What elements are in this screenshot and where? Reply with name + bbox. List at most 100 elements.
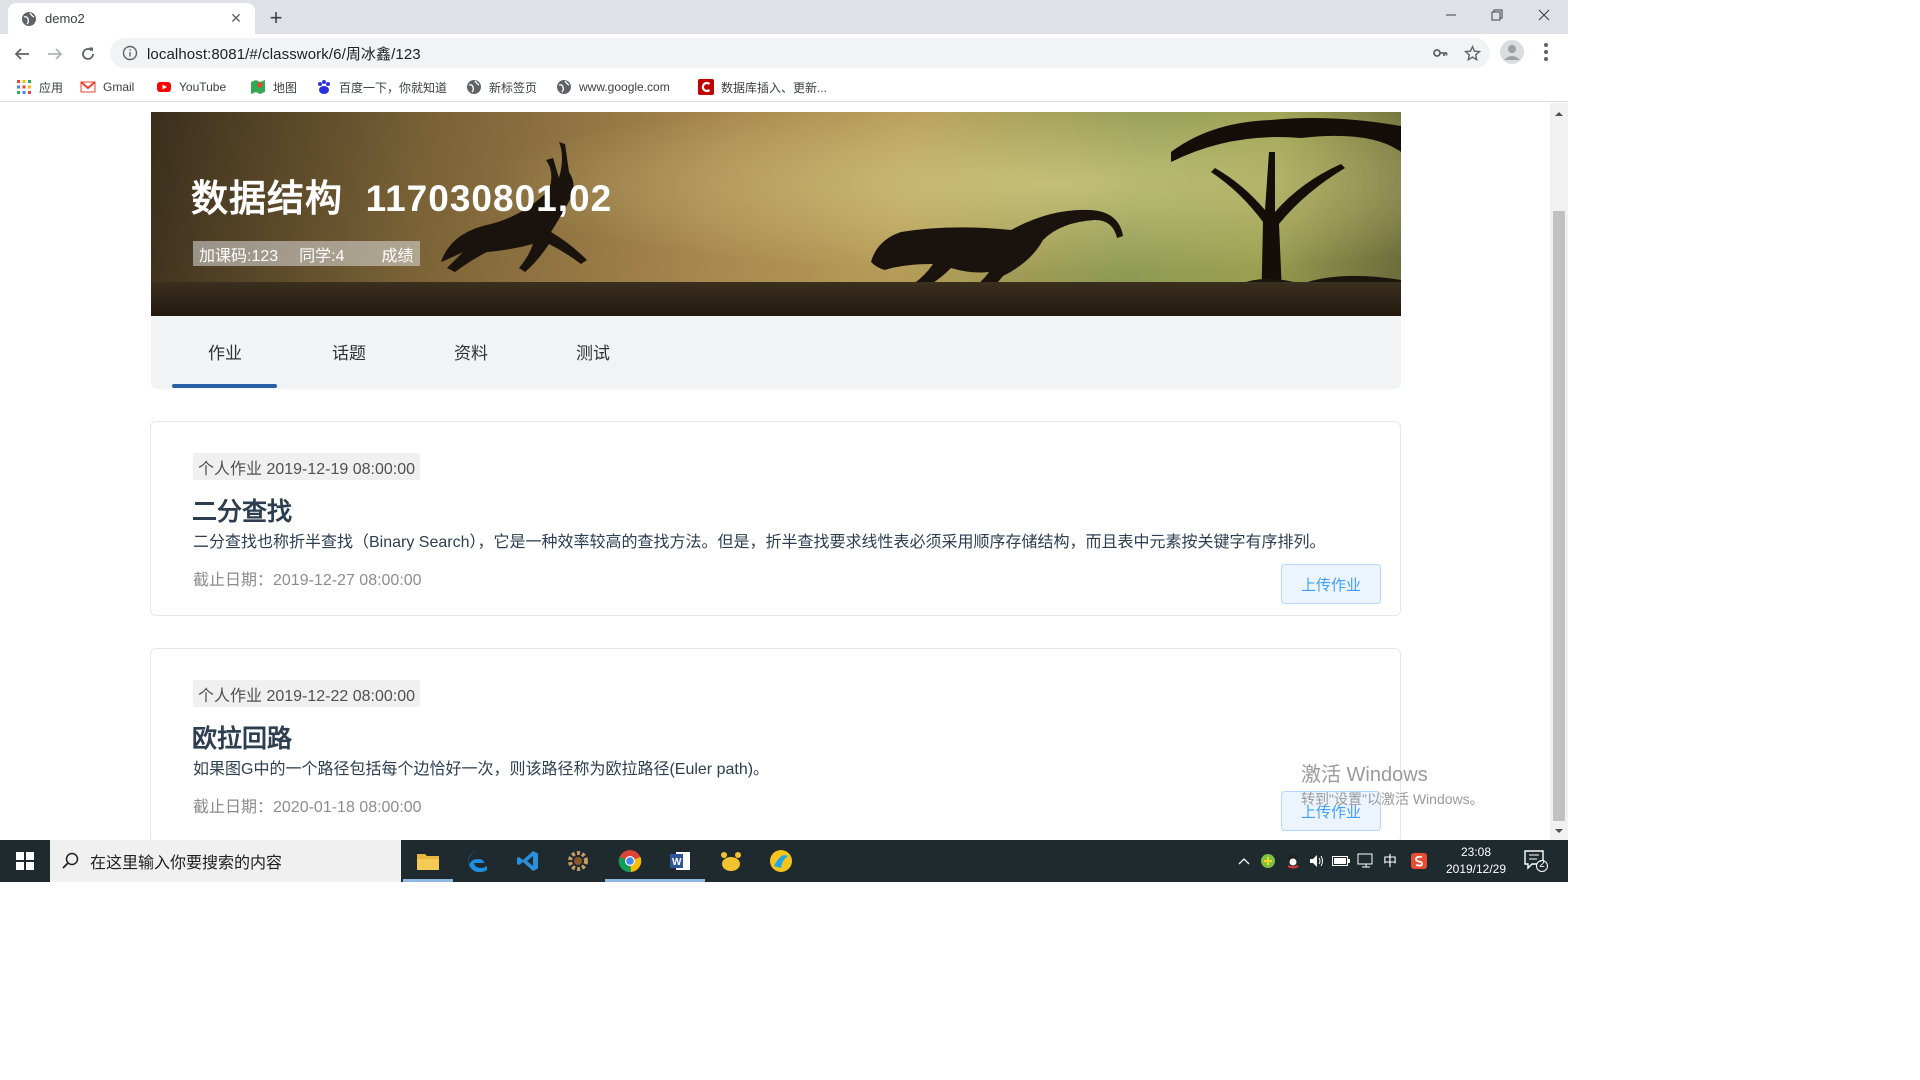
bookmark-newtab[interactable]: 新标签页 xyxy=(466,78,537,96)
browser-tab[interactable]: demo2 ✕ xyxy=(8,3,255,34)
taskbar-clock[interactable]: 23:08 2019/12/29 xyxy=(1440,844,1512,878)
tab-materials[interactable]: 资料 xyxy=(454,339,488,364)
close-icon[interactable]: ✕ xyxy=(227,10,245,28)
classmates-count[interactable]: 同学:4 xyxy=(299,242,344,266)
taskbar-search[interactable]: 在这里输入你要搜索的内容 xyxy=(50,840,401,882)
browser-menu-button[interactable] xyxy=(1538,40,1554,64)
folder-icon xyxy=(417,854,439,870)
tab-homework[interactable]: 作业 xyxy=(208,339,242,364)
assignment-title[interactable]: 欧拉回路 xyxy=(192,719,292,755)
bookmark-baidu[interactable]: 百度一下，你就知道 xyxy=(316,78,447,96)
apps-grid-icon xyxy=(17,80,31,94)
info-icon[interactable] xyxy=(122,45,138,61)
start-button[interactable] xyxy=(0,840,50,882)
bookmark-google[interactable]: www.google.com xyxy=(556,78,670,96)
assignment-deadline: 截止日期：2019-12-27 08:00:00 xyxy=(193,572,422,589)
activation-watermark: 激活 Windows 转到"设置"以激活 Windows。 xyxy=(1301,758,1484,809)
course-info-bar: 加课码:123 同学:4 成绩 xyxy=(193,241,420,266)
maps-icon xyxy=(251,80,265,94)
search-placeholder: 在这里输入你要搜索的内容 xyxy=(90,855,283,872)
svg-text:W: W xyxy=(672,857,682,868)
key-icon[interactable] xyxy=(1426,38,1454,68)
window-close-button[interactable] xyxy=(1520,0,1568,30)
bookmark-label: 百度一下，你就知道 xyxy=(339,80,448,95)
battery-icon[interactable] xyxy=(1330,840,1352,882)
assignment-deadline: 截止日期：2020-01-18 08:00:00 xyxy=(193,799,422,816)
bookmark-label: www.google.com xyxy=(579,80,670,94)
qq-tray-icon[interactable] xyxy=(1282,840,1304,882)
course-banner: 数据结构 117030801,02 加课码:123 同学:4 成绩 xyxy=(151,112,1401,316)
bookmark-label: 地图 xyxy=(273,80,298,95)
file-explorer-app[interactable] xyxy=(403,840,453,882)
chrome-icon xyxy=(618,850,642,873)
qq-browser-icon xyxy=(770,850,792,872)
address-bar[interactable]: localhost:8081/#/classwork/6/周冰鑫/123 xyxy=(110,38,1490,68)
youtube-icon xyxy=(157,82,171,92)
bookmark-csdn[interactable]: 数据库插入、更新... xyxy=(698,78,827,96)
tray-overflow-icon[interactable] xyxy=(1234,840,1254,882)
gear-icon xyxy=(568,851,588,871)
active-tab-indicator xyxy=(172,384,277,388)
restore-button[interactable] xyxy=(1473,0,1521,30)
course-title: 数据结构 117030801,02 xyxy=(191,168,612,222)
person-icon xyxy=(1504,45,1520,60)
bookmark-label: 应用 xyxy=(39,80,64,95)
page-scrollbar[interactable] xyxy=(1550,103,1568,840)
course-code: 117030801,02 xyxy=(365,178,613,219)
sogou-ime-icon[interactable] xyxy=(1408,840,1430,882)
browser-tab-title: demo2 xyxy=(45,11,85,26)
bookmark-apps[interactable]: 应用 xyxy=(16,78,63,96)
csdn-icon xyxy=(698,79,714,95)
notification-center-button[interactable]: 2 xyxy=(1524,850,1548,872)
bookmark-gmail[interactable]: Gmail xyxy=(80,78,134,96)
tab-tests[interactable]: 测试 xyxy=(576,339,610,364)
watermark-line2: 转到"设置"以激活 Windows。 xyxy=(1301,791,1484,807)
minimize-button[interactable] xyxy=(1427,0,1475,30)
ime-indicator[interactable]: 中 xyxy=(1380,840,1400,882)
star-icon[interactable] xyxy=(1458,38,1486,68)
scroll-up-icon[interactable] xyxy=(1550,107,1568,121)
bookmark-label: 数据库插入、更新... xyxy=(721,80,828,95)
assignment-description: 二分查找也称折半查找（Binary Search），它是一种效率较高的查找方法。… xyxy=(193,534,1326,551)
back-button[interactable] xyxy=(8,40,36,68)
scroll-down-icon[interactable] xyxy=(1550,824,1568,838)
bookmark-youtube[interactable]: YouTube xyxy=(156,78,226,96)
grades-link[interactable]: 成绩 xyxy=(382,242,414,266)
page-viewport: 数据结构 117030801,02 加课码:123 同学:4 成绩 作业 话题 … xyxy=(0,103,1550,840)
banner-ground xyxy=(151,282,1401,316)
browser-toolbar: localhost:8081/#/classwork/6/周冰鑫/123 xyxy=(0,34,1568,72)
settings-tool-app[interactable] xyxy=(553,840,603,882)
tab-topics[interactable]: 话题 xyxy=(332,339,366,364)
assignment-card: 个人作业 2019-12-22 08:00:00 欧拉回路 如果图G中的一个路径… xyxy=(150,648,1401,840)
clock-time: 23:08 xyxy=(1460,845,1492,859)
word-icon: W xyxy=(670,852,690,870)
tray-app-icon[interactable] xyxy=(1258,840,1278,882)
reload-button[interactable] xyxy=(74,40,102,68)
chrome-app[interactable] xyxy=(605,840,655,882)
word-app[interactable]: W xyxy=(655,840,705,882)
forward-button[interactable] xyxy=(41,40,69,68)
bookmark-maps[interactable]: 地图 xyxy=(250,78,297,96)
watermark-line1: 激活 Windows xyxy=(1301,764,1428,786)
paw-icon xyxy=(721,852,741,871)
notification-count: 2 xyxy=(1539,859,1545,870)
assignment-tag: 个人作业 2019-12-19 08:00:00 xyxy=(193,453,421,480)
upload-homework-button[interactable]: 上传作业 xyxy=(1281,564,1381,604)
windows-logo-icon xyxy=(16,852,34,870)
scroll-thumb[interactable] xyxy=(1553,211,1565,821)
paw-app[interactable] xyxy=(706,840,756,882)
bookmark-label: Gmail xyxy=(103,80,135,94)
globe-icon xyxy=(22,11,36,26)
search-icon xyxy=(62,852,79,869)
edge-app[interactable] xyxy=(453,840,503,882)
clock-date: 2019/12/29 xyxy=(1445,862,1507,876)
profile-avatar[interactable] xyxy=(1500,40,1524,64)
globe-icon xyxy=(557,80,571,94)
network-icon[interactable] xyxy=(1354,840,1378,882)
reload-icon xyxy=(82,47,94,60)
new-tab-button[interactable]: + xyxy=(264,5,288,30)
volume-icon[interactable] xyxy=(1306,840,1328,882)
qq-browser-app[interactable] xyxy=(756,840,806,882)
assignment-title[interactable]: 二分查找 xyxy=(192,492,292,528)
vscode-app[interactable] xyxy=(503,840,553,882)
